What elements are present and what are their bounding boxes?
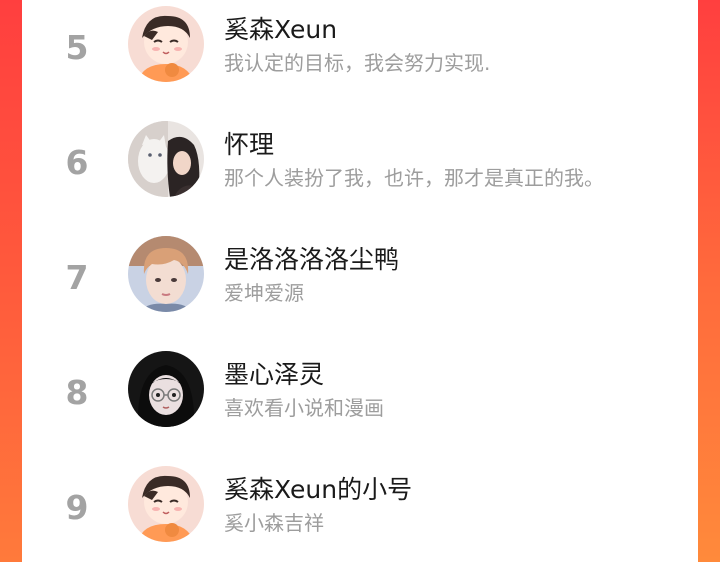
user-name: 墨心泽灵 (224, 360, 325, 389)
list-item[interactable]: 9 奚森Xeun的小号 奚小森吉祥 (22, 460, 698, 560)
list-item[interactable]: 5 奚森Xeun 我认定的目标，我会努力实现. (22, 0, 698, 100)
user-bio: 爱坤爱源 (224, 281, 304, 305)
list-item[interactable]: 6 怀理 那个人装扮了我，也许，那才是真正的我。 (22, 115, 698, 215)
user-name: 怀理 (224, 130, 275, 159)
cartoon-boy-avatar[interactable] (128, 6, 204, 82)
rank-number: 7 (65, 258, 89, 297)
cartoon-boy-avatar[interactable] (128, 466, 204, 542)
left-gradient-border (0, 0, 22, 562)
rank-number: 9 (65, 488, 89, 527)
rank-number: 5 (65, 28, 89, 67)
user-name: 奚森Xeun (224, 15, 338, 44)
user-name: 是洛洛洛洛尘鸭 (224, 245, 400, 274)
user-bio: 那个人装扮了我，也许，那才是真正的我。 (224, 166, 604, 190)
user-bio: 我认定的目标，我会努力实现. (224, 51, 491, 75)
user-bio: 喜欢看小说和漫画 (224, 396, 384, 420)
list-item[interactable]: 7 是洛洛洛洛尘鸭 爱坤爱源 (22, 230, 698, 330)
list-item[interactable]: 8 墨心泽灵 喜欢看小说和漫画 (22, 345, 698, 445)
user-bio: 奚小森吉祥 (224, 511, 324, 535)
rank-number: 6 (65, 143, 89, 182)
right-gradient-border (698, 0, 720, 562)
rank-number: 8 (65, 373, 89, 412)
boy-portrait-avatar[interactable] (128, 236, 204, 312)
anime-girl-glasses-avatar[interactable] (128, 351, 204, 427)
user-name: 奚森Xeun的小号 (224, 475, 413, 504)
ranking-list: 5 奚森Xeun 我认定的目标，我会努力实现. 6 怀理 那个人装扮了我，也许，… (22, 0, 698, 562)
girl-with-cat-avatar[interactable] (128, 121, 204, 197)
